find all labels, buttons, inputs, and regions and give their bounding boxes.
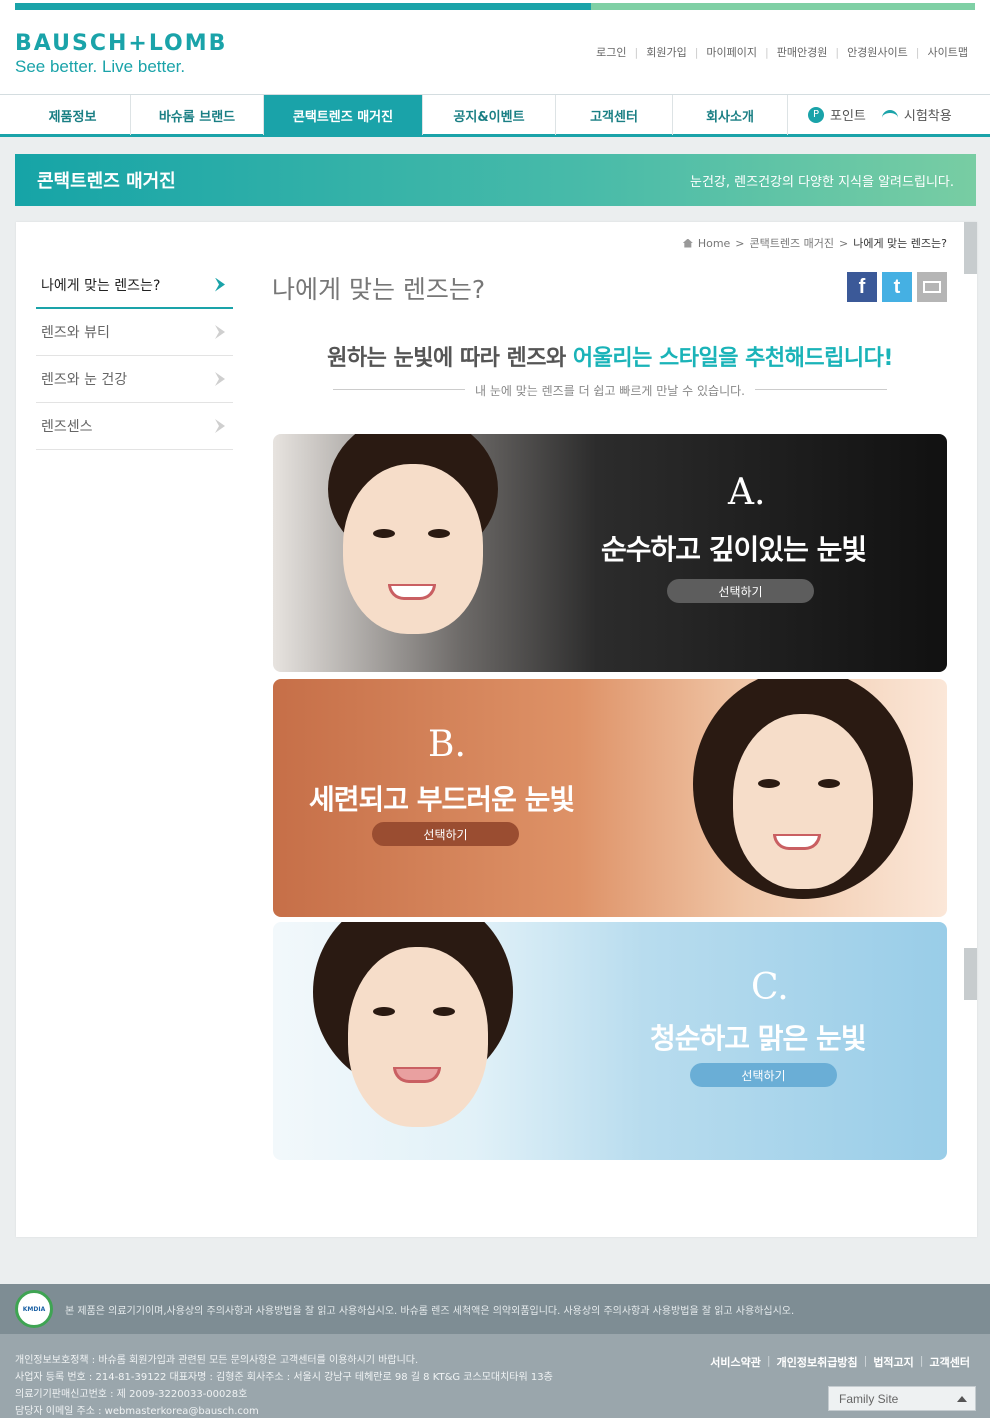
card-title: 청순하고 맑은 눈빛 bbox=[650, 1022, 867, 1055]
content-panel: Home > 콘택트렌즈 매거진 > 나에게 맞는 렌즈는? 나에게 맞는 렌즈… bbox=[16, 222, 977, 1237]
footer-notice-bar: KMDIA 본 제품은 의료기기이며,사용상의 주의사항과 사용방법을 잘 읽고… bbox=[0, 1284, 990, 1334]
bausch-lomb-logo[interactable]: BAUSCH+LOMB See better. Live better. bbox=[15, 32, 227, 78]
point-icon: P bbox=[808, 106, 824, 123]
lnb-item-label: 렌즈와 눈 건강 bbox=[41, 372, 128, 388]
style-card-a[interactable]: A. 순수하고 깊이있는 눈빛 선택하기 bbox=[273, 434, 947, 672]
privacy-policy-link[interactable]: 개인정보취급방침 bbox=[771, 1354, 864, 1370]
breadcrumb-section[interactable]: 콘택트렌즈 매거진 bbox=[750, 235, 834, 251]
arrow-right-icon bbox=[215, 325, 225, 339]
style-card-c[interactable]: C. 청순하고 맑은 눈빛 선택하기 bbox=[273, 922, 947, 1160]
breadcrumb-current: 나에게 맞는 렌즈는? bbox=[853, 237, 947, 250]
site-header: BAUSCH+LOMB See better. Live better. 로그인… bbox=[0, 0, 990, 94]
card-letter: C. bbox=[751, 967, 789, 1008]
lens-icon bbox=[881, 109, 898, 120]
top-color-stripe bbox=[15, 3, 975, 10]
tab-notice-event[interactable]: 공지&이벤트 bbox=[423, 95, 556, 135]
select-button[interactable]: 선택하기 bbox=[690, 1063, 837, 1087]
chevron-right-icon: > bbox=[735, 236, 745, 250]
legal-link[interactable]: 법적고지 bbox=[867, 1354, 919, 1370]
home-icon bbox=[682, 238, 693, 248]
card-title: 순수하고 깊이있는 눈빛 bbox=[601, 533, 867, 566]
logo-wordmark: BAUSCH+LOMB bbox=[15, 31, 228, 56]
kmdia-badge-text: KMDIA bbox=[22, 1305, 46, 1313]
model-photo bbox=[288, 434, 528, 672]
tab-lens-magazine[interactable]: 콘택트렌즈 매거진 bbox=[264, 95, 423, 135]
intro-headline: 원하는 눈빛에 따라 렌즈와 어울리는 스타일을 추천해드립니다! bbox=[273, 340, 947, 372]
tab-customer-center[interactable]: 고객센터 bbox=[556, 95, 673, 135]
subline-text: 내 눈에 맞는 렌즈를 더 쉽고 빠르게 만날 수 있습니다. bbox=[465, 384, 755, 398]
gnb-extra-links: P 포인트 시험착용 bbox=[808, 95, 968, 134]
facebook-icon: f bbox=[858, 275, 866, 298]
tab-brand[interactable]: 바슈롬 브랜드 bbox=[131, 95, 264, 135]
email-share-button[interactable] bbox=[917, 272, 947, 302]
signup-link[interactable]: 회원가입 bbox=[638, 44, 694, 60]
kmdia-badge: KMDIA bbox=[15, 1290, 53, 1328]
trial-link[interactable]: 시험착용 bbox=[881, 105, 952, 124]
customer-center-link[interactable]: 고객센터 bbox=[924, 1354, 976, 1370]
point-link[interactable]: P 포인트 bbox=[808, 105, 866, 124]
lnb-item-label: 렌즈센스 bbox=[41, 419, 93, 435]
page-title: 나에게 맞는 렌즈는? bbox=[272, 275, 486, 304]
lnb-item-lens-sense[interactable]: 렌즈센스 bbox=[36, 403, 233, 450]
sitemap-link[interactable]: 사이트맵 bbox=[920, 44, 976, 60]
breadcrumb-home[interactable]: Home bbox=[698, 237, 730, 250]
facebook-share-button[interactable]: f bbox=[847, 272, 877, 302]
optician-site-link[interactable]: 안경원사이트 bbox=[839, 44, 916, 60]
footer-links: 서비스약관 | 개인정보취급방침 | 법적고지 | 고객센터 bbox=[704, 1354, 976, 1370]
trial-label: 시험착용 bbox=[903, 109, 952, 124]
intro-subline: 내 눈에 맞는 렌즈를 더 쉽고 빠르게 만날 수 있습니다. bbox=[273, 380, 947, 398]
tab-products[interactable]: 제품정보 bbox=[15, 95, 131, 135]
login-link[interactable]: 로그인 bbox=[588, 44, 634, 60]
side-quick-tab[interactable] bbox=[964, 948, 977, 1000]
card-title: 세련되고 부드러운 눈빛 bbox=[309, 783, 575, 816]
twitter-icon: t bbox=[893, 275, 901, 298]
tab-company[interactable]: 회사소개 bbox=[673, 95, 788, 135]
family-site-select[interactable]: Family Site bbox=[828, 1386, 976, 1411]
point-label: 포인트 bbox=[830, 109, 866, 124]
sub-navigation: 나에게 맞는 렌즈는? 렌즈와 뷰티 렌즈와 눈 건강 렌즈센스 bbox=[36, 262, 233, 450]
section-banner: 콘택트렌즈 매거진 눈건강, 렌즈건강의 다양한 지식을 알려드립니다. bbox=[15, 154, 976, 206]
business-info: 사업자 등록 번호 : 214-81-39122 대표자명 : 김형준 회사주소… bbox=[15, 1372, 553, 1383]
headline-text: 원하는 눈빛에 따라 렌즈와 bbox=[327, 346, 573, 371]
chevron-up-icon bbox=[957, 1395, 967, 1402]
store-locator-link[interactable]: 판매안경원 bbox=[769, 44, 836, 60]
envelope-icon bbox=[923, 281, 941, 293]
style-card-b[interactable]: B. 세련되고 부드러운 눈빛 선택하기 bbox=[273, 679, 947, 917]
section-description: 눈건강, 렌즈건강의 다양한 지식을 알려드립니다. bbox=[690, 174, 954, 190]
share-buttons: f t bbox=[847, 272, 947, 302]
lnb-item-label: 렌즈와 뷰티 bbox=[41, 325, 110, 341]
chevron-right-icon: > bbox=[838, 236, 849, 250]
main-navigation: 제품정보 바슈롬 브랜드 콘택트렌즈 매거진 공지&이벤트 고객센터 회사소개 … bbox=[0, 94, 990, 137]
card-letter: A. bbox=[728, 472, 766, 513]
terms-link[interactable]: 서비스약관 bbox=[704, 1354, 767, 1370]
breadcrumb: Home > 콘택트렌즈 매거진 > 나에게 맞는 렌즈는? bbox=[682, 235, 947, 251]
side-quick-tab[interactable] bbox=[964, 222, 977, 274]
twitter-share-button[interactable]: t bbox=[882, 272, 912, 302]
model-photo bbox=[653, 679, 947, 917]
lnb-item-eye-health[interactable]: 렌즈와 눈 건강 bbox=[36, 356, 233, 403]
select-button[interactable]: 선택하기 bbox=[667, 579, 814, 603]
arrow-right-icon bbox=[215, 419, 225, 433]
utility-nav: 로그인 | 회원가입 | 마이페이지 | 판매안경원 | 안경원사이트 | 사이트맵 bbox=[588, 44, 976, 60]
model-photo bbox=[293, 922, 543, 1160]
select-button[interactable]: 선택하기 bbox=[372, 822, 519, 846]
lnb-item-label: 나에게 맞는 렌즈는? bbox=[41, 277, 161, 294]
footer-notice: 본 제품은 의료기기이며,사용상의 주의사항과 사용방법을 잘 읽고 사용하십시… bbox=[65, 1305, 795, 1317]
lnb-item-lens-beauty[interactable]: 렌즈와 뷰티 bbox=[36, 309, 233, 356]
headline-highlight: 어울리는 스타일을 추천해드립니다! bbox=[572, 346, 893, 371]
mypage-link[interactable]: 마이페이지 bbox=[698, 44, 765, 60]
arrow-right-icon bbox=[215, 277, 225, 292]
card-letter: B. bbox=[428, 724, 466, 765]
intro-text: 원하는 눈빛에 따라 렌즈와 어울리는 스타일을 추천해드립니다! 내 눈에 맞… bbox=[273, 340, 947, 398]
lnb-item-find-lens[interactable]: 나에게 맞는 렌즈는? bbox=[36, 262, 233, 309]
logo-tagline: See better. Live better. bbox=[15, 57, 186, 76]
section-title: 콘택트렌즈 매거진 bbox=[37, 171, 176, 192]
arrow-right-icon bbox=[215, 372, 225, 386]
footer: 개인정보보호정책 : 바슈롬 회원가입과 관련된 모든 문의사항은 고객센터를 … bbox=[0, 1334, 990, 1418]
family-site-label: Family Site bbox=[839, 1391, 899, 1406]
